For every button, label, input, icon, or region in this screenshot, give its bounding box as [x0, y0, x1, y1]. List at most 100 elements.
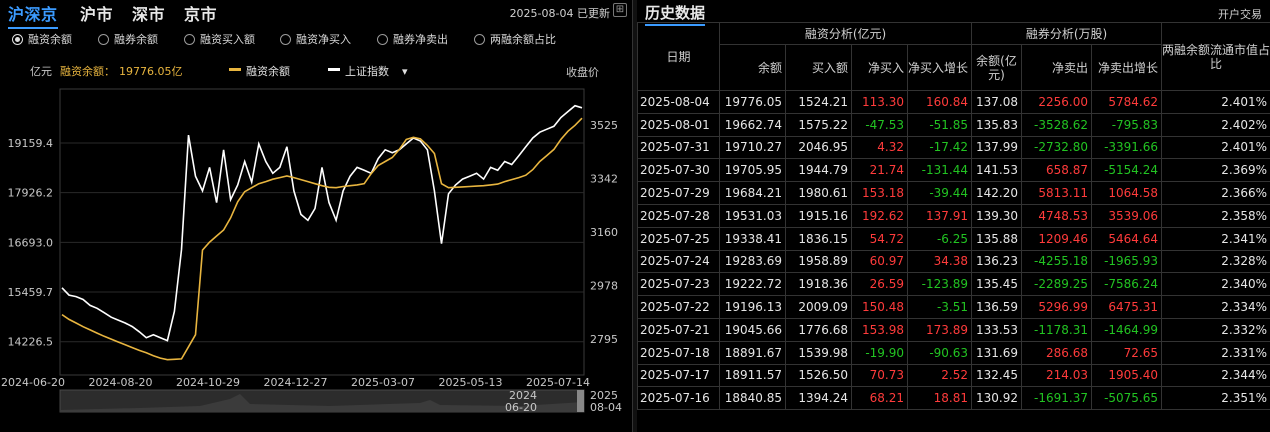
legend-margin-balance[interactable]: 融资余额 — [246, 64, 290, 78]
table-cell: 18911.57 — [719, 363, 786, 388]
table-row[interactable]: 2025-08-01 19662.74 1575.22 -47.53 -51.85 135… — [637, 112, 1270, 137]
radio-label: 融资净买入 — [296, 33, 351, 46]
table-row[interactable]: 2025-07-17 18911.57 1526.50 70.73 2.52 132.45… — [637, 363, 1270, 388]
col-short-balance[interactable]: 余额(亿元) — [971, 44, 1022, 91]
range-slider[interactable]: 2024 06-20 2025 08-04 — [59, 389, 622, 414]
table-cell: 2.401% — [1161, 135, 1270, 160]
col-net-sell-growth[interactable]: 净卖出增长 — [1090, 44, 1163, 91]
legend-dropdown-icon[interactable]: ▾ — [402, 65, 408, 78]
table-cell: -7586.24 — [1090, 272, 1163, 297]
margin-chart[interactable]: 亿元 融资余额： 19776.05亿 融资余额 上证指数 ▾ 收盘价 19159… — [0, 56, 632, 432]
col-net-buy[interactable]: 净买入 — [851, 44, 908, 91]
table-cell: 2025-07-22 — [637, 295, 720, 319]
table-cell: 135.45 — [971, 272, 1022, 297]
table-cell: 18840.85 — [719, 386, 786, 411]
radio-short-net-sell[interactable]: 融券净卖出 — [377, 31, 448, 47]
table-cell: -6.25 — [907, 226, 972, 251]
x-tick: 2024-08-20 — [89, 376, 153, 389]
col-net-sell[interactable]: 净卖出 — [1021, 44, 1092, 91]
table-row[interactable]: 2025-07-21 19045.66 1776.68 153.98 173.89 133… — [637, 317, 1270, 342]
x-tick: 2025-07-14 — [526, 376, 590, 389]
table-cell: -47.53 — [851, 112, 908, 137]
radio-short-balance[interactable]: 融券余额 — [98, 31, 158, 47]
table-row[interactable]: 2025-08-04 19776.05 1524.21 113.30 160.84 137… — [637, 90, 1270, 114]
table-cell: 2.332% — [1161, 317, 1270, 342]
table-cell: 136.23 — [971, 249, 1022, 274]
info-icon[interactable]: ⊞ — [613, 3, 627, 17]
table-row[interactable]: 2025-07-30 19705.95 1944.79 21.74 -131.44 141… — [637, 158, 1270, 183]
radio-label: 融券净卖出 — [393, 33, 448, 46]
tab-shenzhen[interactable]: 深市 — [132, 1, 165, 25]
table-cell: 1394.24 — [785, 386, 852, 411]
tab-shanghai[interactable]: 沪市 — [80, 1, 113, 25]
tab-beijing[interactable]: 京市 — [184, 1, 217, 25]
table-cell: 3539.06 — [1090, 203, 1163, 228]
col-margin-balance[interactable]: 余额 — [719, 44, 786, 91]
table-cell: 70.73 — [851, 363, 908, 388]
table-row[interactable]: 2025-07-28 19531.03 1915.16 192.62 137.91 139… — [637, 203, 1270, 228]
table-row[interactable]: 2025-07-29 19684.21 1980.61 153.18 -39.44 142… — [637, 181, 1270, 205]
table-cell: 2.341% — [1161, 226, 1270, 251]
table-cell: 153.98 — [851, 317, 908, 342]
table-cell: 4.32 — [851, 135, 908, 160]
table-row[interactable]: 2025-07-18 18891.67 1539.98 -19.90 -90.63 131… — [637, 340, 1270, 365]
table-cell: 2.351% — [1161, 386, 1270, 411]
table-cell: -3528.62 — [1021, 112, 1092, 137]
table-cell: 2025-07-24 — [637, 249, 720, 274]
table-cell: 60.97 — [851, 249, 908, 274]
radio-dot-icon — [377, 33, 388, 45]
table-cell: 19705.95 — [719, 158, 786, 183]
col-date[interactable]: 日期 — [637, 22, 720, 91]
table-row[interactable]: 2025-07-22 19196.13 2009.09 150.48 -3.51 136.… — [637, 295, 1270, 319]
table-cell: -1178.31 — [1021, 317, 1092, 342]
legend-sh-index[interactable]: 上证指数 — [345, 64, 389, 78]
table-cell: 72.65 — [1090, 340, 1163, 365]
y-left-tick: 14226.5 — [8, 336, 54, 349]
col-margin-buy[interactable]: 买入额 — [785, 44, 852, 91]
radio-margin-balance[interactable]: 融资余额 — [12, 31, 72, 47]
table-cell: 4748.53 — [1021, 203, 1092, 228]
table-cell: 2.331% — [1161, 340, 1270, 365]
open-account-link[interactable]: 开户交易 — [1218, 6, 1262, 22]
table-cell: 34.38 — [907, 249, 972, 274]
table-cell: 1209.46 — [1021, 226, 1092, 251]
radio-margin-buy[interactable]: 融资买入额 — [184, 31, 255, 47]
table-cell: 2.401% — [1161, 90, 1270, 114]
table-cell: 214.03 — [1021, 363, 1092, 388]
table-cell: 137.99 — [971, 135, 1022, 160]
table-cell: 2.402% — [1161, 112, 1270, 137]
table-cell: 2025-07-30 — [637, 158, 720, 183]
table-cell: 1915.16 — [785, 203, 852, 228]
table-cell: 2025-07-16 — [637, 386, 720, 411]
radio-margin-net-buy[interactable]: 融资净买入 — [280, 31, 351, 47]
table-row[interactable]: 2025-07-31 19710.27 2046.95 4.32 -17.42 137.9… — [637, 135, 1270, 160]
table-cell: 142.20 — [971, 181, 1022, 205]
slider-handle-right[interactable] — [577, 390, 584, 412]
table-cell: 135.88 — [971, 226, 1022, 251]
tab-all-markets[interactable]: 沪深京 — [8, 1, 58, 29]
radio-dot-icon — [474, 33, 485, 45]
table-cell: 1776.68 — [785, 317, 852, 342]
y-left-axis: 19159.4 17926.2 16693.0 15459.7 14226.5 — [8, 137, 54, 349]
table-cell: -2289.25 — [1021, 272, 1092, 297]
x-tick: 2024-06-20 — [1, 376, 65, 389]
table-cell: 19684.21 — [719, 181, 786, 205]
table-row[interactable]: 2025-07-25 19338.41 1836.15 54.72 -6.25 135.8… — [637, 226, 1270, 251]
history-table: 日期 融资分析(亿元) 融券分析(万股) 两融余额流通市值占比 余额 买入额 净… — [637, 22, 1270, 411]
radio-dot-icon — [98, 33, 109, 45]
legend-swatch-index — [328, 68, 340, 71]
table-cell: 160.84 — [907, 90, 972, 114]
radio-ratio[interactable]: 两融余额占比 — [474, 31, 556, 47]
table-cell: 19776.05 — [719, 90, 786, 114]
table-row[interactable]: 2025-07-24 19283.69 1958.89 60.97 34.38 136.2… — [637, 249, 1270, 274]
table-cell: -1464.99 — [1090, 317, 1163, 342]
radio-label: 两融余额占比 — [490, 33, 556, 46]
col-ratio[interactable]: 两融余额流通市值占比 — [1161, 22, 1270, 91]
table-row[interactable]: 2025-07-16 18840.85 1394.24 68.21 18.81 130.9… — [637, 386, 1270, 411]
table-cell: 2025-07-18 — [637, 340, 720, 365]
table-cell: 2025-08-04 — [637, 90, 720, 114]
table-cell: 136.59 — [971, 295, 1022, 319]
table-row[interactable]: 2025-07-23 19222.72 1918.36 26.59 -123.89 135… — [637, 272, 1270, 297]
radio-dot-icon — [280, 33, 291, 45]
col-net-buy-growth[interactable]: 净买入增长 — [907, 44, 972, 91]
